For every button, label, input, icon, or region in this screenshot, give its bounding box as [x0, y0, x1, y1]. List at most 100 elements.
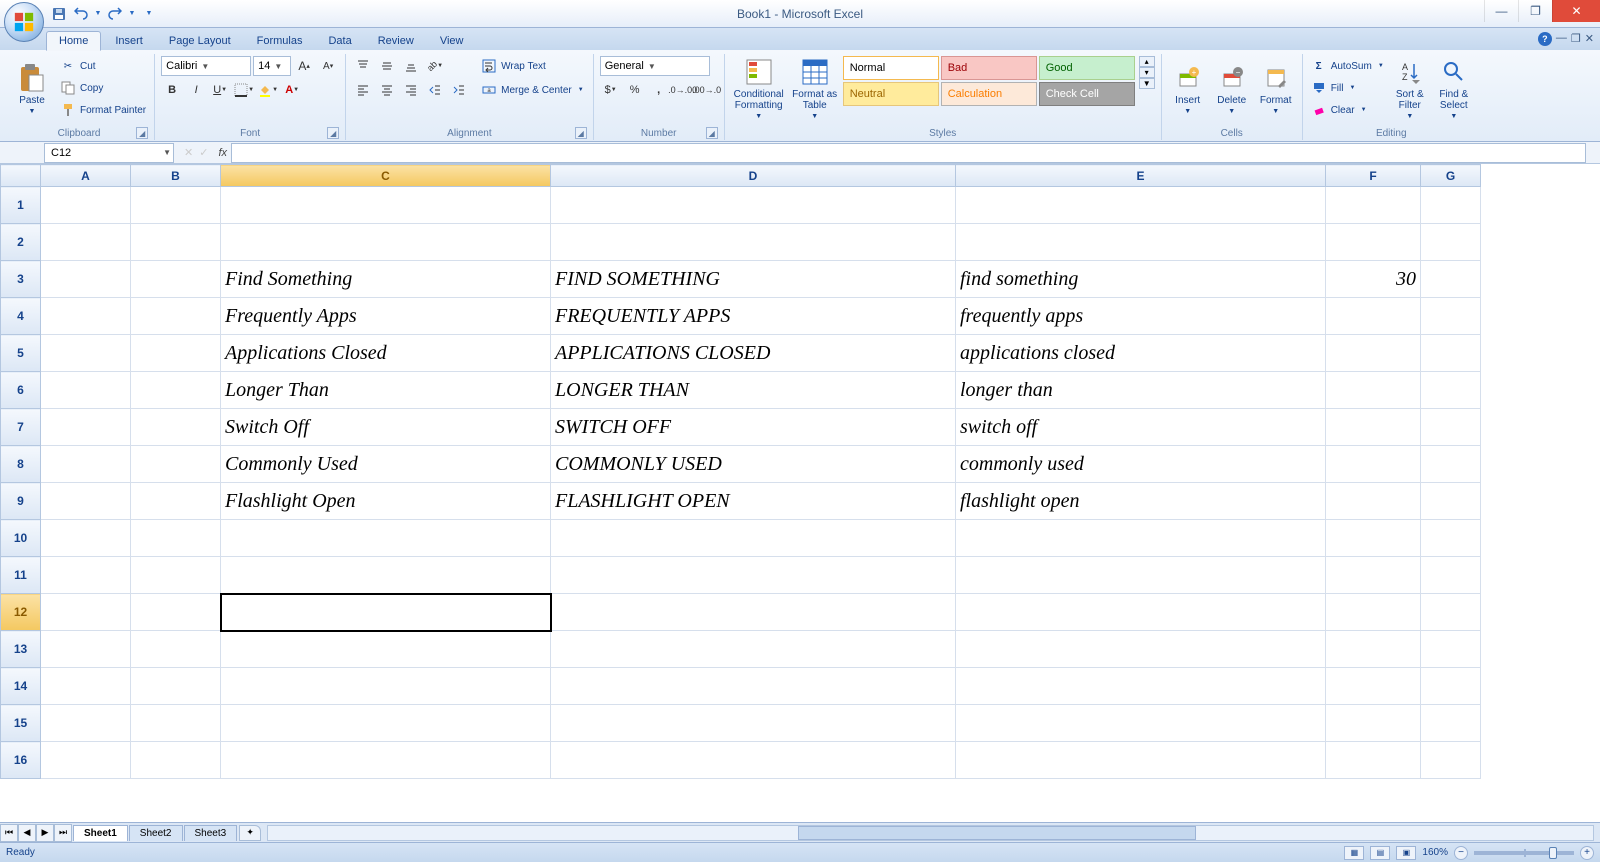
cell-G16[interactable]	[1421, 742, 1481, 779]
cell-G9[interactable]	[1421, 483, 1481, 520]
number-format-combo[interactable]: General▼	[600, 56, 710, 76]
copy-button[interactable]: Copy	[58, 78, 148, 98]
tab-data[interactable]: Data	[316, 32, 363, 50]
zoom-in-button[interactable]: +	[1580, 846, 1594, 860]
cell-F3[interactable]: 30	[1326, 261, 1421, 298]
col-header-F[interactable]: F	[1326, 165, 1421, 187]
col-header-E[interactable]: E	[956, 165, 1326, 187]
tab-review[interactable]: Review	[366, 32, 426, 50]
help-icon[interactable]: ?	[1538, 32, 1552, 46]
cell-A9[interactable]	[41, 483, 131, 520]
cell-E1[interactable]	[956, 187, 1326, 224]
merge-center-button[interactable]: aMerge & Center▼	[478, 80, 587, 100]
cell-F7[interactable]	[1326, 409, 1421, 446]
cell-B5[interactable]	[131, 335, 221, 372]
cell-C15[interactable]	[221, 705, 551, 742]
italic-button[interactable]: I	[185, 80, 207, 100]
align-left-button[interactable]	[352, 80, 374, 100]
row-header-14[interactable]: 14	[1, 668, 41, 705]
cell-E13[interactable]	[956, 631, 1326, 668]
cell-E14[interactable]	[956, 668, 1326, 705]
cell-E3[interactable]: find something	[956, 261, 1326, 298]
align-top-button[interactable]	[352, 56, 374, 76]
maximize-button[interactable]: ❐	[1518, 0, 1552, 22]
cell-G15[interactable]	[1421, 705, 1481, 742]
number-launcher-icon[interactable]: ◢	[706, 127, 718, 139]
cell-D14[interactable]	[551, 668, 956, 705]
cell-A10[interactable]	[41, 520, 131, 557]
cell-C3[interactable]: Find Something	[221, 261, 551, 298]
cell-D3[interactable]: FIND SOMETHING	[551, 261, 956, 298]
comma-format-button[interactable]: ,	[648, 80, 670, 100]
align-bottom-button[interactable]	[400, 56, 422, 76]
cell-E2[interactable]	[956, 224, 1326, 261]
cell-D7[interactable]: SWITCH OFF	[551, 409, 956, 446]
sheet-tab-2[interactable]: Sheet2	[129, 825, 183, 841]
accounting-format-button[interactable]: $▼	[600, 80, 622, 100]
cell-B10[interactable]	[131, 520, 221, 557]
close-workbook-icon[interactable]: ✕	[1585, 32, 1594, 45]
cell-C9[interactable]: Flashlight Open	[221, 483, 551, 520]
cell-B14[interactable]	[131, 668, 221, 705]
alignment-launcher-icon[interactable]: ◢	[575, 127, 587, 139]
style-check-cell[interactable]: Check Cell	[1039, 82, 1135, 106]
cell-G8[interactable]	[1421, 446, 1481, 483]
cell-E8[interactable]: commonly used	[956, 446, 1326, 483]
row-header-16[interactable]: 16	[1, 742, 41, 779]
cell-F15[interactable]	[1326, 705, 1421, 742]
cell-C7[interactable]: Switch Off	[221, 409, 551, 446]
first-sheet-icon[interactable]: ⏮	[0, 824, 18, 842]
row-header-5[interactable]: 5	[1, 335, 41, 372]
cell-F16[interactable]	[1326, 742, 1421, 779]
zoom-slider[interactable]	[1474, 851, 1574, 855]
cell-D2[interactable]	[551, 224, 956, 261]
cell-A4[interactable]	[41, 298, 131, 335]
cell-A11[interactable]	[41, 557, 131, 594]
cell-C14[interactable]	[221, 668, 551, 705]
border-button[interactable]: ▼	[233, 80, 255, 100]
style-good[interactable]: Good	[1039, 56, 1135, 80]
row-header-15[interactable]: 15	[1, 705, 41, 742]
cell-F5[interactable]	[1326, 335, 1421, 372]
cell-E12[interactable]	[956, 594, 1326, 631]
cell-A15[interactable]	[41, 705, 131, 742]
cell-E4[interactable]: frequently apps	[956, 298, 1326, 335]
name-box[interactable]: C12▼	[44, 143, 174, 163]
cell-E11[interactable]	[956, 557, 1326, 594]
align-middle-button[interactable]	[376, 56, 398, 76]
cell-F9[interactable]	[1326, 483, 1421, 520]
cell-F2[interactable]	[1326, 224, 1421, 261]
conditional-formatting-button[interactable]: Conditional Formatting▼	[731, 56, 787, 122]
select-all-corner[interactable]	[1, 165, 41, 187]
col-header-C[interactable]: C	[221, 165, 551, 187]
cell-C16[interactable]	[221, 742, 551, 779]
percent-format-button[interactable]: %	[624, 80, 646, 100]
fill-button[interactable]: Fill▼	[1309, 78, 1386, 98]
bold-button[interactable]: B	[161, 80, 183, 100]
cell-G13[interactable]	[1421, 631, 1481, 668]
gallery-more-icon[interactable]: ▼	[1139, 78, 1155, 89]
page-break-view-icon[interactable]: ▣	[1396, 846, 1416, 860]
cell-A3[interactable]	[41, 261, 131, 298]
normal-view-icon[interactable]: ▦	[1344, 846, 1364, 860]
sheet-tab-1[interactable]: Sheet1	[73, 825, 128, 841]
cell-C4[interactable]: Frequently Apps	[221, 298, 551, 335]
tab-insert[interactable]: Insert	[103, 32, 155, 50]
cell-B4[interactable]	[131, 298, 221, 335]
cell-D5[interactable]: APPLICATIONS CLOSED	[551, 335, 956, 372]
tab-home[interactable]: Home	[46, 31, 101, 51]
cell-B6[interactable]	[131, 372, 221, 409]
cell-D8[interactable]: COMMONLY USED	[551, 446, 956, 483]
indent-increase-button[interactable]	[448, 80, 470, 100]
formula-input[interactable]	[231, 143, 1586, 163]
increase-decimal-button[interactable]: .0→.00	[672, 80, 694, 100]
style-normal[interactable]: Normal	[843, 56, 939, 80]
cell-D4[interactable]: FREQUENTLY APPS	[551, 298, 956, 335]
row-header-7[interactable]: 7	[1, 409, 41, 446]
tab-formulas[interactable]: Formulas	[245, 32, 315, 50]
row-header-1[interactable]: 1	[1, 187, 41, 224]
cell-A13[interactable]	[41, 631, 131, 668]
cell-F1[interactable]	[1326, 187, 1421, 224]
cell-F4[interactable]	[1326, 298, 1421, 335]
cell-A12[interactable]	[41, 594, 131, 631]
